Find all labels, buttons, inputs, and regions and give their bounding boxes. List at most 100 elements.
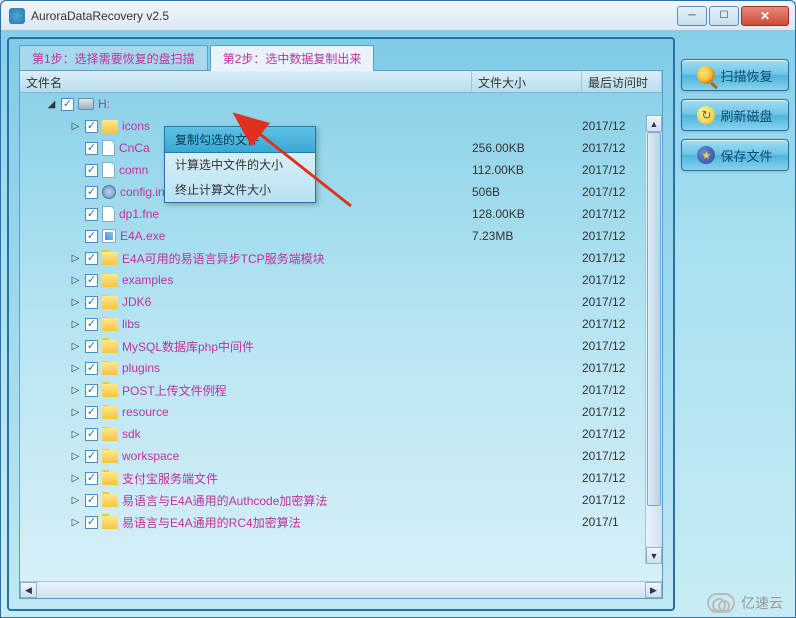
tab-step1[interactable]: 第1步：选择需要恢复的盘扫描 <box>19 45 208 71</box>
table-row[interactable]: ▷POST上传文件例程2017/12 <box>20 379 662 401</box>
minimize-button[interactable]: ─ <box>677 6 707 26</box>
scroll-right-button[interactable]: ▶ <box>645 582 662 598</box>
col-header-name[interactable]: 文件名 <box>20 71 472 92</box>
checkbox[interactable] <box>85 186 98 199</box>
refresh-icon <box>697 106 715 124</box>
checkbox[interactable] <box>85 384 98 397</box>
expander-icon[interactable]: ▷ <box>70 385 81 396</box>
file-name: plugins <box>122 361 160 375</box>
expander-icon[interactable] <box>70 231 81 242</box>
expander-icon[interactable]: ▷ <box>70 429 81 440</box>
checkbox[interactable] <box>85 142 98 155</box>
expander-icon[interactable]: ▷ <box>70 363 81 374</box>
expander-icon[interactable]: ▷ <box>70 253 81 264</box>
expander-icon[interactable]: ▷ <box>70 517 81 528</box>
expander-icon[interactable]: ▷ <box>70 297 81 308</box>
table-row[interactable]: ▷plugins2017/12 <box>20 357 662 379</box>
table-row[interactable]: ▷JDK62017/12 <box>20 291 662 313</box>
main-panel: 第1步：选择需要恢复的盘扫描 第2步：选中数据复制出来 文件名 文件大小 最后访… <box>7 37 675 611</box>
file-name: sdk <box>122 427 141 441</box>
file-size: 128.00KB <box>472 207 582 221</box>
vertical-scrollbar[interactable]: ▲ ▼ <box>645 115 662 564</box>
menu-stop-calc[interactable]: 终止计算文件大小 <box>165 177 315 202</box>
scan-recover-button[interactable]: 扫描恢复 <box>681 59 789 91</box>
expander-icon[interactable]: ▷ <box>70 341 81 352</box>
table-row[interactable]: E4A.exe7.23MB2017/12 <box>20 225 662 247</box>
checkbox[interactable] <box>85 450 98 463</box>
scroll-down-button[interactable]: ▼ <box>646 547 662 564</box>
folder-icon <box>102 472 118 485</box>
folder-icon <box>102 120 118 133</box>
expander-icon[interactable]: ▷ <box>70 275 81 286</box>
menu-calc-size[interactable]: 计算选中文件的大小 <box>165 152 315 177</box>
col-header-date[interactable]: 最后访问时 <box>582 71 662 92</box>
checkbox[interactable] <box>85 516 98 529</box>
titlebar[interactable]: AuroraDataRecovery v2.5 ─ ☐ ✕ <box>1 1 795 31</box>
checkbox[interactable] <box>61 98 74 111</box>
expander-icon[interactable] <box>70 143 81 154</box>
file-name: dp1.fne <box>119 207 159 221</box>
expander-icon[interactable]: ▷ <box>70 451 81 462</box>
table-row[interactable]: ▷examples2017/12 <box>20 269 662 291</box>
col-header-size[interactable]: 文件大小 <box>472 71 582 92</box>
drive-row[interactable]: ◢H: <box>20 93 662 115</box>
refresh-disk-button[interactable]: 刷新磁盘 <box>681 99 789 131</box>
expander-icon[interactable]: ▷ <box>70 121 81 132</box>
scroll-left-button[interactable]: ◀ <box>20 582 37 598</box>
folder-icon <box>102 362 118 375</box>
file-name: 易语言与E4A通用的Authcode加密算法 <box>122 492 327 509</box>
table-row[interactable]: ▷resource2017/12 <box>20 401 662 423</box>
folder-icon <box>102 406 118 419</box>
tab-step2[interactable]: 第2步：选中数据复制出来 <box>210 45 375 71</box>
expander-icon[interactable] <box>70 209 81 220</box>
expander-icon[interactable]: ◢ <box>46 99 57 110</box>
table-row[interactable]: ▷易语言与E4A通用的RC4加密算法2017/1 <box>20 511 662 533</box>
folder-icon <box>102 274 118 287</box>
checkbox[interactable] <box>85 472 98 485</box>
expander-icon[interactable]: ▷ <box>70 407 81 418</box>
watermark-text: 亿速云 <box>741 593 783 613</box>
magnifier-icon <box>697 66 715 84</box>
checkbox[interactable] <box>85 340 98 353</box>
maximize-button[interactable]: ☐ <box>709 6 739 26</box>
checkbox[interactable] <box>85 318 98 331</box>
checkbox[interactable] <box>85 164 98 177</box>
checkbox[interactable] <box>85 208 98 221</box>
table-row[interactable]: ▷libs2017/12 <box>20 313 662 335</box>
table-row[interactable]: ▷支付宝服务端文件2017/12 <box>20 467 662 489</box>
folder-icon <box>102 384 118 397</box>
checkbox[interactable] <box>85 230 98 243</box>
checkbox[interactable] <box>85 406 98 419</box>
expander-icon[interactable] <box>70 187 81 198</box>
checkbox[interactable] <box>85 362 98 375</box>
checkbox[interactable] <box>85 252 98 265</box>
file-name: POST上传文件例程 <box>122 382 227 399</box>
horizontal-scrollbar[interactable]: ◀ ▶ <box>20 581 662 598</box>
expander-icon[interactable] <box>70 165 81 176</box>
close-button[interactable]: ✕ <box>741 6 789 26</box>
expander-icon[interactable]: ▷ <box>70 319 81 330</box>
table-row[interactable]: ▷icons2017/12 <box>20 115 662 137</box>
checkbox[interactable] <box>85 274 98 287</box>
table-row[interactable]: ▷MySQL数据库php中间件2017/12 <box>20 335 662 357</box>
table-row[interactable]: CnCa256.00KB2017/12 <box>20 137 662 159</box>
expander-icon[interactable]: ▷ <box>70 473 81 484</box>
scroll-thumb[interactable] <box>647 132 661 506</box>
table-row[interactable]: dp1.fne128.00KB2017/12 <box>20 203 662 225</box>
table-row[interactable]: ▷易语言与E4A通用的Authcode加密算法2017/12 <box>20 489 662 511</box>
table-row[interactable]: ▷E4A可用的易语言异步TCP服务端模块2017/12 <box>20 247 662 269</box>
tab-content: 文件名 文件大小 最后访问时 ◢H:▷icons2017/12CnCa256.0… <box>19 70 663 599</box>
table-row[interactable]: config.ini506B2017/12 <box>20 181 662 203</box>
menu-copy-checked[interactable]: 复制勾选的文件 <box>164 126 316 153</box>
expander-icon[interactable]: ▷ <box>70 495 81 506</box>
table-row[interactable]: ▷sdk2017/12 <box>20 423 662 445</box>
exe-icon <box>102 229 116 243</box>
table-row[interactable]: ▷workspace2017/12 <box>20 445 662 467</box>
table-row[interactable]: comn112.00KB2017/12 <box>20 159 662 181</box>
checkbox[interactable] <box>85 120 98 133</box>
checkbox[interactable] <box>85 296 98 309</box>
scroll-up-button[interactable]: ▲ <box>646 115 662 132</box>
save-file-button[interactable]: 保存文件 <box>681 139 789 171</box>
checkbox[interactable] <box>85 428 98 441</box>
checkbox[interactable] <box>85 494 98 507</box>
